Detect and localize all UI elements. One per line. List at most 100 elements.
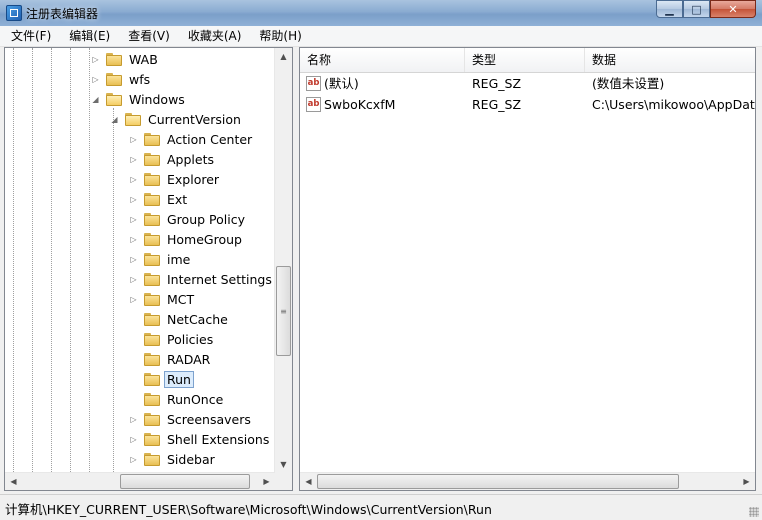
tree-item-ime[interactable]: ▷ ime xyxy=(129,249,193,269)
tree-item-wfs[interactable]: ▷ wfs xyxy=(91,69,153,89)
value-type: REG_SZ xyxy=(472,76,522,91)
tree-connector xyxy=(129,375,138,384)
expand-arrow-icon[interactable]: ▷ xyxy=(91,75,100,84)
close-button[interactable]: ✕ xyxy=(710,0,756,18)
column-header-type[interactable]: 类型 xyxy=(465,48,585,72)
scroll-right-arrow-icon[interactable]: ▶ xyxy=(738,473,755,490)
folder-icon xyxy=(106,52,122,66)
tree-item-radar[interactable]: RADAR xyxy=(129,349,213,369)
tree-item-label: Group Policy xyxy=(167,211,245,227)
scroll-up-arrow-icon[interactable]: ▲ xyxy=(275,48,292,65)
menu-bar: 文件(F) 编辑(E) 查看(V) 收藏夹(A) 帮助(H) xyxy=(0,26,762,47)
tree-item-netcache[interactable]: NetCache xyxy=(129,309,231,329)
expand-arrow-icon[interactable]: ▷ xyxy=(129,235,138,244)
minimize-button[interactable]: ▁ xyxy=(656,0,683,18)
tree-item-group-policy[interactable]: ▷ Group Policy xyxy=(129,209,248,229)
scroll-down-arrow-icon[interactable]: ▼ xyxy=(275,456,292,473)
string-value-icon: ab xyxy=(306,76,321,91)
tree-item-ext[interactable]: ▷ Ext xyxy=(129,189,190,209)
menu-help[interactable]: 帮助(H) xyxy=(248,26,308,46)
window-controls: ▁ □ ✕ xyxy=(656,0,756,18)
tree-item-label: MCT xyxy=(167,291,195,307)
tree-item-label: WAB xyxy=(129,51,158,67)
expand-arrow-icon[interactable]: ▷ xyxy=(129,295,138,304)
tree-connector xyxy=(129,395,138,404)
collapse-arrow-icon[interactable]: ◢ xyxy=(110,115,119,124)
tree-item-label: Policies xyxy=(167,331,214,347)
folder-icon xyxy=(144,332,160,346)
tree-item-label: CurrentVersion xyxy=(148,111,241,127)
tree-item-currentversion[interactable]: ◢ CurrentVersion xyxy=(110,109,244,129)
tree-item-windows[interactable]: ◢ Windows xyxy=(91,89,188,109)
folder-icon xyxy=(144,312,160,326)
scroll-right-arrow-icon[interactable]: ▶ xyxy=(258,473,275,490)
column-header-name[interactable]: 名称 xyxy=(300,48,465,72)
scroll-left-arrow-icon[interactable]: ◀ xyxy=(5,473,22,490)
tree-item-label: Sidebar xyxy=(167,451,215,467)
list-horizontal-scrollbar[interactable]: ◀ ▶ xyxy=(300,472,755,490)
expand-arrow-icon[interactable]: ▷ xyxy=(91,55,100,64)
tree-guide-line xyxy=(51,48,52,478)
menu-view[interactable]: 查看(V) xyxy=(117,26,177,46)
tree-vertical-scrollbar[interactable]: ▲ ≡ ▼ xyxy=(274,48,292,490)
folder-icon xyxy=(106,72,122,86)
status-bar: 计算机\HKEY_CURRENT_USER\Software\Microsoft… xyxy=(0,494,762,520)
folder-icon xyxy=(144,232,160,246)
tree-item-homegroup[interactable]: ▷ HomeGroup xyxy=(129,229,245,249)
tree-item-internet-settings[interactable]: ▷ Internet Settings xyxy=(129,269,275,289)
tree-horizontal-scrollbar[interactable]: ◀ ▶ xyxy=(5,472,275,490)
expand-arrow-icon[interactable]: ▷ xyxy=(129,135,138,144)
registry-tree-panel[interactable]: ▷ WAB ▷ wfs ◢ Windows ◢ CurrentVersion ▷… xyxy=(4,47,293,491)
tree-item-label: wfs xyxy=(129,71,151,87)
tree-item-action-center[interactable]: ▷ Action Center xyxy=(129,129,255,149)
tree-guide-line xyxy=(32,48,33,478)
menu-file[interactable]: 文件(F) xyxy=(0,26,58,46)
value-name: (默认) xyxy=(324,76,359,91)
menu-favorites[interactable]: 收藏夹(A) xyxy=(177,26,249,46)
expand-arrow-icon[interactable]: ▷ xyxy=(129,415,138,424)
tree-item-screensavers[interactable]: ▷ Screensavers xyxy=(129,409,254,429)
tree-item-mct[interactable]: ▷ MCT xyxy=(129,289,197,309)
tree-item-label: ime xyxy=(167,251,191,267)
tree-item-policies[interactable]: Policies xyxy=(129,329,216,349)
expand-arrow-icon[interactable]: ▷ xyxy=(129,455,138,464)
tree-item-applets[interactable]: ▷ Applets xyxy=(129,149,217,169)
folder-icon xyxy=(144,372,160,386)
scroll-left-arrow-icon[interactable]: ◀ xyxy=(300,473,317,490)
expand-arrow-icon[interactable]: ▷ xyxy=(129,275,138,284)
scroll-thumb[interactable]: ≡ xyxy=(276,266,291,356)
grip-icon: ≡ xyxy=(280,306,287,316)
tree-item-label: NetCache xyxy=(167,311,228,327)
value-type: REG_SZ xyxy=(472,97,522,112)
folder-icon xyxy=(144,392,160,406)
expand-arrow-icon[interactable]: ▷ xyxy=(129,255,138,264)
folder-icon xyxy=(144,352,160,366)
horizontal-scroll-thumb[interactable] xyxy=(317,474,679,489)
folder-icon xyxy=(144,412,160,426)
tree-item-sidebar[interactable]: ▷ Sidebar xyxy=(129,449,218,469)
tree-item-explorer[interactable]: ▷ Explorer xyxy=(129,169,222,189)
folder-icon xyxy=(144,212,160,226)
tree-guide-line xyxy=(70,48,71,478)
expand-arrow-icon[interactable]: ▷ xyxy=(129,175,138,184)
values-list-panel[interactable]: 名称 类型 数据 ab (默认) REG_SZ (数值未设置) ab SwboK… xyxy=(299,47,756,491)
expand-arrow-icon[interactable]: ▷ xyxy=(129,155,138,164)
maximize-button[interactable]: □ xyxy=(683,0,710,18)
list-row[interactable]: ab (默认) REG_SZ (数值未设置) xyxy=(300,74,755,94)
title-bar[interactable]: 注册表编辑器 ▁ □ ✕ xyxy=(0,0,762,26)
folder-icon xyxy=(144,432,160,446)
tree-item-wab[interactable]: ▷ WAB xyxy=(91,49,161,69)
folder-icon xyxy=(144,452,160,466)
column-header-data[interactable]: 数据 xyxy=(585,48,755,72)
tree-item-run[interactable]: Run xyxy=(129,369,194,389)
resize-grip-icon[interactable] xyxy=(749,507,759,517)
collapse-arrow-icon[interactable]: ◢ xyxy=(91,95,100,104)
expand-arrow-icon[interactable]: ▷ xyxy=(129,435,138,444)
tree-item-runonce[interactable]: RunOnce xyxy=(129,389,226,409)
tree-item-shell-extensions[interactable]: ▷ Shell Extensions xyxy=(129,429,272,449)
expand-arrow-icon[interactable]: ▷ xyxy=(129,215,138,224)
expand-arrow-icon[interactable]: ▷ xyxy=(129,195,138,204)
menu-edit[interactable]: 编辑(E) xyxy=(58,26,117,46)
horizontal-scroll-thumb[interactable] xyxy=(120,474,250,489)
list-row[interactable]: ab SwboKcxfM REG_SZ C:\Users\mikowoo\App… xyxy=(300,95,755,115)
